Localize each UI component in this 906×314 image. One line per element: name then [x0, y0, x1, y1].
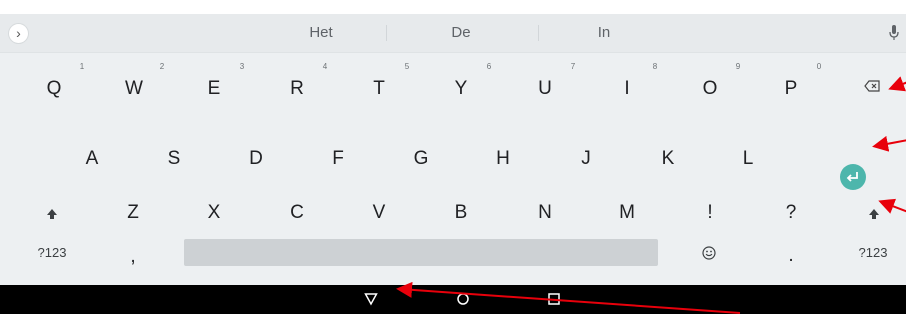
key-l[interactable]: L: [718, 141, 778, 177]
symbols-key-left[interactable]: ?123: [22, 235, 82, 271]
home-circle-icon[interactable]: [456, 292, 470, 306]
chevron-right-icon: ›: [16, 25, 21, 41]
emoji-icon[interactable]: [702, 246, 716, 260]
key-i[interactable]: I: [597, 71, 657, 107]
period-key[interactable]: .: [761, 238, 821, 274]
suggestion-2[interactable]: De: [421, 14, 501, 52]
microphone-icon[interactable]: [889, 25, 899, 41]
key-q[interactable]: Q: [24, 71, 84, 107]
key-j[interactable]: J: [556, 141, 616, 177]
soft-keyboard: › Het De In Q1 W2 E3 R4 T5 Y6 U7 I8 O9 P0 ASDFGHJ…: [0, 14, 906, 285]
key-s[interactable]: S: [144, 141, 204, 177]
key-e[interactable]: E: [184, 71, 244, 107]
key-o[interactable]: O: [680, 71, 740, 107]
comma-key[interactable]: ,: [103, 239, 163, 275]
key-m[interactable]: M: [597, 195, 657, 231]
key-b[interactable]: B: [431, 195, 491, 231]
key-n[interactable]: N: [515, 195, 575, 231]
space-bar[interactable]: [184, 239, 658, 266]
key-exclamation[interactable]: !: [680, 195, 740, 231]
key-r[interactable]: R: [267, 71, 327, 107]
enter-icon: [846, 172, 858, 182]
suggestion-3[interactable]: In: [564, 14, 644, 52]
key-hint-number: 4: [322, 62, 328, 71]
key-k[interactable]: K: [638, 141, 698, 177]
suggestion-1[interactable]: Het: [281, 14, 361, 52]
key-h[interactable]: H: [473, 141, 533, 177]
key-d[interactable]: D: [226, 141, 286, 177]
shift-icon[interactable]: [46, 208, 58, 220]
shift-icon[interactable]: [868, 208, 880, 220]
backspace-icon[interactable]: [864, 80, 880, 92]
key-hint-number: 1: [79, 62, 85, 71]
key-hint-number: 7: [570, 62, 576, 71]
key-g[interactable]: G: [391, 141, 451, 177]
key-u[interactable]: U: [515, 71, 575, 107]
navigation-bar: [0, 285, 906, 314]
key-hint-number: 8: [652, 62, 658, 71]
key-hint-number: 2: [159, 62, 165, 71]
suggestion-divider: [386, 25, 387, 41]
enter-button[interactable]: [840, 164, 866, 190]
recents-square-icon[interactable]: [547, 292, 561, 306]
key-y[interactable]: Y: [431, 71, 491, 107]
key-hint-number: 5: [404, 62, 410, 71]
key-v[interactable]: V: [349, 195, 409, 231]
key-z[interactable]: Z: [103, 195, 163, 231]
symbols-key-right[interactable]: ?123: [843, 235, 903, 271]
key-hint-number: 0: [816, 62, 822, 71]
key-w[interactable]: W: [104, 71, 164, 107]
suggestion-strip: › Het De In: [0, 14, 906, 53]
key-c[interactable]: C: [267, 195, 327, 231]
key-a[interactable]: A: [62, 141, 122, 177]
expand-suggestions-button[interactable]: ›: [9, 24, 28, 43]
key-f[interactable]: F: [308, 141, 368, 177]
key-hint-number: 3: [239, 62, 245, 71]
key-x[interactable]: X: [184, 195, 244, 231]
back-triangle-icon[interactable]: [364, 292, 378, 306]
key-p[interactable]: P: [761, 71, 821, 107]
key-hint-number: 6: [486, 62, 492, 71]
key-hint-number: 9: [735, 62, 741, 71]
suggestion-divider: [538, 25, 539, 41]
key-question[interactable]: ?: [761, 195, 821, 231]
key-t[interactable]: T: [349, 71, 409, 107]
